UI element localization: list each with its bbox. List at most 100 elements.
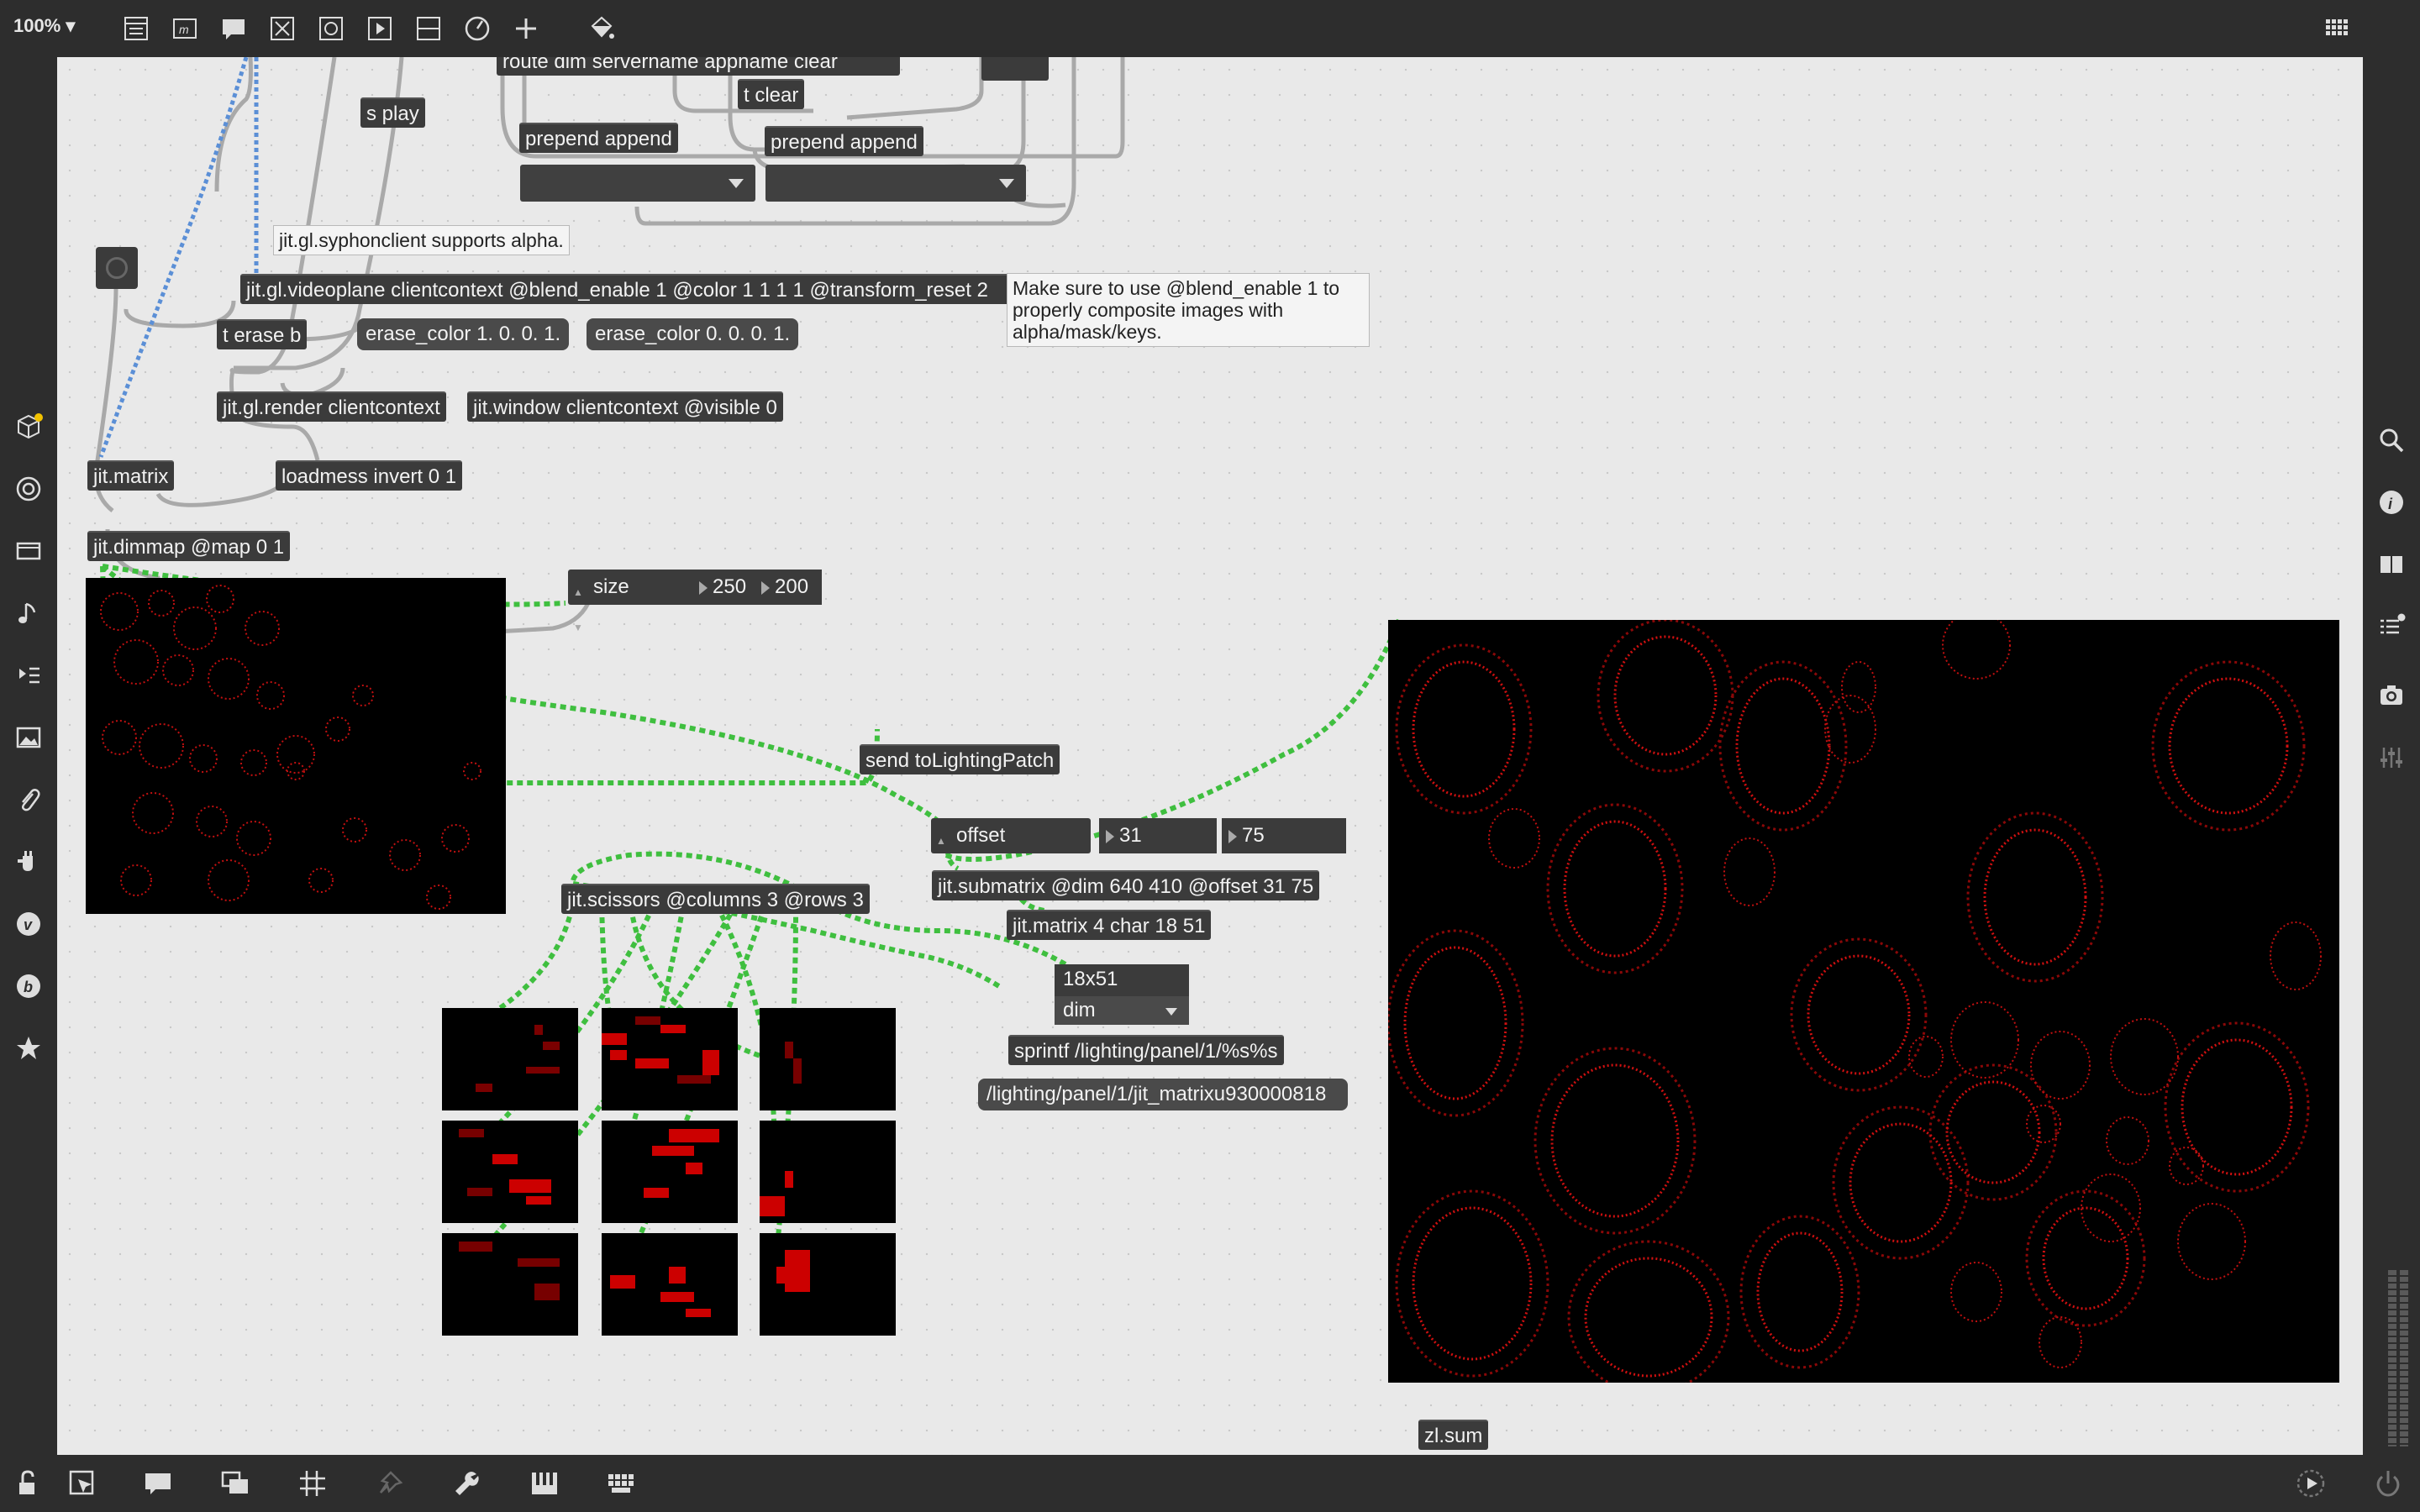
tile-1-2[interactable] (602, 1008, 738, 1110)
scissors-object[interactable]: jit.scissors @columns 3 @rows 3 (561, 884, 870, 914)
erase-color-red-message[interactable]: erase_color 1. 0. 0. 1. (357, 318, 570, 350)
cube-icon[interactable] (12, 410, 45, 444)
piano-icon[interactable] (526, 1465, 563, 1502)
toggle-x-icon[interactable] (266, 12, 299, 45)
media-icon[interactable] (12, 534, 45, 568)
route-dim-object[interactable]: route dim servername appname clear (497, 57, 900, 76)
tile-image-1-3 (785, 1042, 802, 1084)
button-icon[interactable] (314, 12, 348, 45)
offset-y-number[interactable]: 75 (1222, 818, 1346, 853)
tile-image-3-1 (459, 1242, 560, 1300)
list-icon[interactable] (2375, 610, 2408, 643)
t-erase-object[interactable]: t erase b (217, 319, 308, 349)
camera-icon[interactable] (2375, 679, 2408, 712)
mixer-icon[interactable] (2375, 741, 2408, 774)
offset-x-number[interactable]: 31 (1099, 818, 1217, 853)
plug-icon[interactable] (12, 845, 45, 879)
gl-render-object[interactable]: jit.gl.render clientcontext (217, 391, 446, 422)
size-width-value: 250 (713, 575, 747, 598)
play-icon[interactable] (363, 12, 397, 45)
offset-attrui[interactable]: ▲▼ offset (931, 818, 1091, 882)
dim-menu[interactable]: dim (1055, 996, 1189, 1025)
b-icon[interactable]: b (12, 969, 45, 1003)
jit-matrix-object[interactable]: jit.matrix (87, 460, 175, 491)
tile-2-2[interactable] (602, 1121, 738, 1223)
right-sidebar: i (2363, 57, 2420, 1455)
comment-icon[interactable] (139, 1465, 176, 1502)
send-object[interactable]: send toLightingPatch (860, 744, 1060, 774)
prepend-append-object-1[interactable]: prepend append (519, 123, 678, 153)
tile-3-3[interactable] (760, 1233, 896, 1336)
info-icon[interactable]: i (2375, 486, 2408, 519)
s-play-object[interactable]: s play (360, 97, 425, 128)
tile-2-3[interactable] (760, 1121, 896, 1223)
clip-icon[interactable] (12, 783, 45, 816)
plus-icon[interactable] (509, 12, 543, 45)
appname-menu[interactable] (765, 165, 1026, 202)
comment-icon[interactable] (217, 12, 250, 45)
book-icon[interactable] (2375, 548, 2408, 581)
syphon-loadbang[interactable] (981, 57, 1049, 81)
search-icon[interactable] (2375, 423, 2408, 457)
tile-3-2[interactable] (602, 1233, 738, 1336)
tile-3-1[interactable] (442, 1233, 578, 1336)
tile-image-2-3 (760, 1171, 793, 1216)
zoom-control[interactable]: 100% ▾ (13, 15, 75, 37)
patcher-canvas[interactable]: route dim servername appname clear t cle… (57, 57, 2363, 1455)
preview-window-small[interactable] (86, 578, 506, 914)
star-icon[interactable] (12, 1032, 45, 1065)
svg-text:b: b (24, 979, 33, 995)
prepend-append-object-2[interactable]: prepend append (765, 126, 923, 156)
preview-window-large[interactable] (1386, 611, 2339, 1394)
left-sidebar: v b (0, 57, 57, 1455)
presentation-icon[interactable] (119, 12, 153, 45)
transport-icon[interactable] (2292, 1465, 2329, 1502)
size-label: size (593, 575, 629, 598)
svg-text:v: v (24, 916, 33, 933)
size-attrui[interactable]: ▲ ▼ size (568, 570, 711, 633)
dim-menu-label: dim (1063, 999, 1096, 1021)
size-height-value: 200 (775, 575, 809, 598)
toggle-button[interactable] (96, 247, 138, 289)
loadmess-object[interactable]: loadmess invert 0 1 (276, 460, 463, 491)
slider-icon[interactable] (412, 12, 445, 45)
servername-menu[interactable] (520, 165, 755, 202)
dim-display[interactable]: 18x51 dim (1055, 964, 1189, 1025)
play-list-icon[interactable] (12, 659, 45, 692)
cursor-icon[interactable] (64, 1465, 101, 1502)
target-icon[interactable] (12, 472, 45, 506)
keyboard-icon[interactable] (603, 1465, 640, 1502)
zl-sum-object[interactable]: zl.sum (1418, 1420, 1489, 1450)
jit-window-object[interactable]: jit.window clientcontext @visible 0 (467, 391, 783, 422)
lock-icon[interactable] (10, 1465, 47, 1502)
tile-2-1[interactable] (442, 1121, 578, 1223)
dimmap-object[interactable]: jit.dimmap @map 0 1 (87, 531, 291, 561)
grid-icon[interactable] (294, 1465, 331, 1502)
tile-image-3-2 (610, 1267, 711, 1317)
grid-icon[interactable] (2321, 12, 2354, 45)
svg-text:m: m (179, 23, 189, 36)
tile-1-1[interactable] (442, 1008, 578, 1110)
matrix-char-object[interactable]: jit.matrix 4 char 18 51 (1007, 910, 1212, 940)
sprintf-object[interactable]: sprintf /lighting/panel/1/%s%s (1008, 1035, 1284, 1065)
tile-1-3[interactable] (760, 1008, 896, 1110)
windows-icon[interactable] (217, 1465, 254, 1502)
offset-label: offset (956, 824, 1006, 847)
note-icon[interactable] (12, 596, 45, 630)
erase-color-black-message[interactable]: erase_color 0. 0. 0. 1. (587, 318, 799, 350)
object-icon[interactable]: m (168, 12, 202, 45)
t-clear-object[interactable]: t clear (738, 79, 805, 109)
paint-icon[interactable] (585, 12, 618, 45)
preview-image-large (1386, 611, 2322, 1394)
v-icon[interactable]: v (12, 907, 45, 941)
pin-icon[interactable] (371, 1465, 408, 1502)
size-height-number[interactable]: 200 (755, 570, 822, 605)
dial-icon[interactable] (460, 12, 494, 45)
image-icon[interactable] (12, 721, 45, 754)
output-message[interactable]: /lighting/panel/1/jit_matrixu930000818 (978, 1079, 1348, 1110)
submatrix-object[interactable]: jit.submatrix @dim 640 410 @offset 31 75 (932, 870, 1320, 900)
videoplane-object[interactable]: jit.gl.videoplane clientcontext @blend_e… (240, 274, 1060, 304)
size-width-number[interactable]: 250 (692, 570, 758, 605)
wrench-icon[interactable] (449, 1465, 486, 1502)
power-icon[interactable] (2370, 1465, 2407, 1502)
